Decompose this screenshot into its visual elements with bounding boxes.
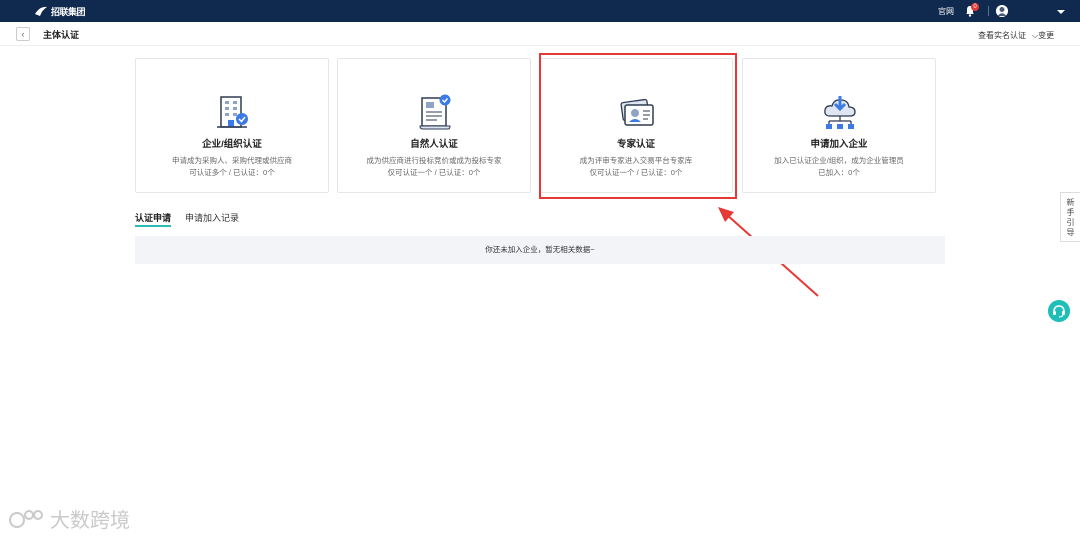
divider (988, 6, 989, 16)
change-label: 变更 (1038, 31, 1055, 40)
card-description: 加入已认证企业/组织，成为企业管理员 (774, 156, 904, 165)
scroll-check-icon (419, 94, 451, 130)
tab-cert-application[interactable]: 认证申请 (135, 211, 171, 224)
watermark-text: 大数跨境 (50, 510, 130, 532)
card-count: 可认证多个 / 已认证：0个 (189, 168, 275, 177)
cloud-network-icon (824, 96, 856, 129)
guide-char: 手 (1066, 208, 1075, 217)
active-tab-indicator (135, 225, 171, 227)
headset-icon[interactable] (1048, 300, 1070, 322)
card-join-enterprise[interactable]: 申请加入企业 加入已认证企业/组织，成为企业管理员 已加入：0个 (742, 58, 936, 193)
back-button[interactable]: ‹ (16, 27, 30, 41)
user-menu-caret-icon[interactable] (1057, 10, 1065, 14)
brand-logo[interactable]: 招联集团 (34, 4, 86, 18)
official-site-link[interactable]: 官网 (938, 6, 954, 17)
card-count: 仅可认证一个 / 已认证：0个 (387, 168, 481, 177)
top-nav-bar: 招联集团 官网 0 (0, 0, 1080, 22)
notification-badge: 0 (971, 3, 979, 11)
card-enterprise-cert[interactable]: 企业/组织认证 申请成为采购人、采购代理或供应商 可认证多个 / 已认证：0个 (135, 58, 329, 193)
user-avatar-icon[interactable] (996, 5, 1008, 17)
card-description: 成为供应商进行投标竞价或成为投标专家 (366, 156, 502, 165)
empty-state: 你还未加入企业，暂无相关数据~ (135, 236, 945, 264)
page-header: ‹ 主体认证 查看实名认证 ⌵变更 (0, 22, 1080, 46)
tab-join-records[interactable]: 申请加入记录 (185, 211, 239, 224)
building-check-icon (217, 96, 248, 128)
annotation-highlight-box (539, 53, 737, 199)
logo-text: 招联集团 (51, 6, 86, 17)
page-title: 主体认证 (43, 30, 80, 40)
card-natural-person-cert[interactable]: 自然人认证 成为供应商进行投标竞价或成为投标专家 仅可认证一个 / 已认证：0个 (337, 58, 531, 193)
view-real-name-cert-link[interactable]: 查看实名认证 (978, 30, 1026, 41)
logo-mark-icon (35, 6, 47, 16)
guide-char: 新 (1066, 198, 1075, 207)
watermark-logo-icon (9, 509, 43, 528)
newbie-guide-button[interactable]: 新 手 引 导 (1060, 192, 1080, 242)
card-description: 申请成为采购人、采购代理或供应商 (172, 156, 292, 165)
card-count: 已加入：0个 (818, 168, 860, 177)
watermark: 大数跨境 (8, 504, 130, 533)
guide-char: 引 (1066, 218, 1075, 227)
card-title: 自然人认证 (410, 139, 458, 150)
card-title: 企业/组织认证 (202, 139, 262, 150)
guide-char: 导 (1066, 228, 1075, 237)
change-link[interactable]: ⌵变更 (1032, 30, 1054, 41)
card-title: 申请加入企业 (810, 139, 868, 150)
